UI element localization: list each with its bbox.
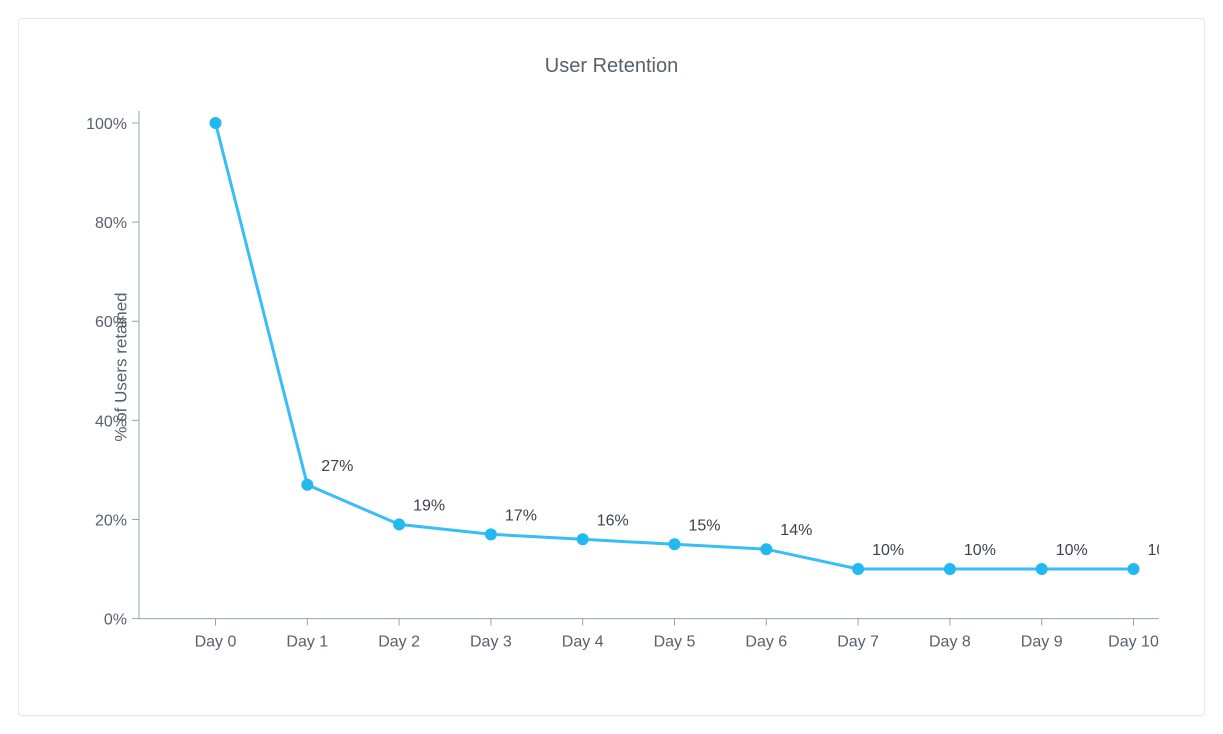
chart-card: User Retention % of Users retained 0%20%…: [18, 18, 1205, 716]
x-tick-label: Day 6: [745, 634, 787, 651]
data-label: 10%: [1056, 542, 1088, 559]
data-label: 15%: [689, 517, 721, 534]
y-tick-label: 80%: [95, 215, 127, 232]
y-tick-label: 40%: [95, 413, 127, 430]
data-point: [577, 533, 589, 545]
data-point: [210, 117, 222, 129]
data-label: 16%: [597, 512, 629, 529]
data-point: [944, 563, 956, 575]
x-tick-label: Day 7: [837, 634, 879, 651]
y-tick-label: 0%: [104, 612, 127, 629]
x-tick-label: Day 2: [378, 634, 420, 651]
data-point: [669, 538, 681, 550]
data-point: [852, 563, 864, 575]
x-tick-label: Day 5: [654, 634, 696, 651]
chart-title: User Retention: [19, 55, 1204, 78]
data-point: [301, 479, 313, 491]
series-line: [216, 123, 1134, 569]
x-tick-label: Day 3: [470, 634, 512, 651]
x-tick-label: Day 4: [562, 634, 604, 651]
data-point: [393, 518, 405, 530]
data-point: [485, 528, 497, 540]
data-point: [1036, 563, 1048, 575]
x-tick-label: Day 10: [1108, 634, 1159, 651]
data-label: 14%: [780, 522, 812, 539]
data-point: [760, 543, 772, 555]
x-tick-label: Day 8: [929, 634, 971, 651]
data-point: [1128, 563, 1140, 575]
data-label: 10%: [872, 542, 904, 559]
data-label: 27%: [321, 458, 353, 475]
data-label: 19%: [413, 497, 445, 514]
y-tick-label: 60%: [95, 314, 127, 331]
y-tick-label: 20%: [95, 512, 127, 529]
x-tick-label: Day 9: [1021, 634, 1063, 651]
data-label: 10%: [1148, 542, 1160, 559]
y-tick-label: 100%: [86, 116, 127, 133]
chart-plot: 0% 20% 40% 60% 80% 100% Day 0 Day 1 Day 2 Day 3 Da…: [81, 109, 1159, 675]
data-label: 17%: [505, 507, 537, 524]
x-tick-label: Day 1: [286, 634, 328, 651]
data-label: 10%: [964, 542, 996, 559]
x-tick-label: Day 0: [195, 634, 237, 651]
